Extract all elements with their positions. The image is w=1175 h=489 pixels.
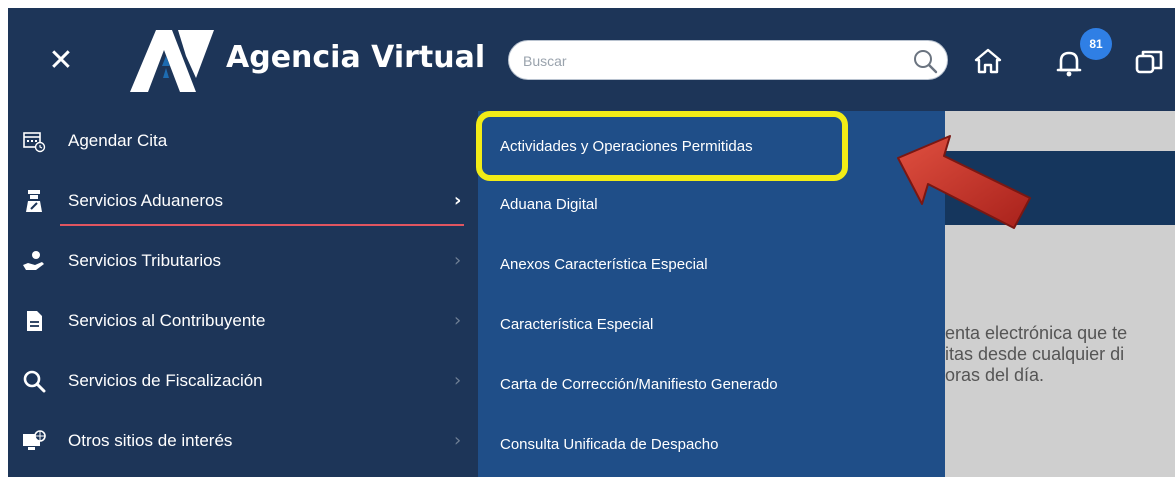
sidebar-item-otros-sitios[interactable]: Otros sitios de interés › [8,411,478,471]
chevron-right-icon: › [454,250,462,271]
sidebar-item-agendar-cita[interactable]: Agendar Cita [8,111,478,171]
top-bar: ✕ Agencia Virtual 81 [8,8,1175,111]
customs-officer-icon [26,190,42,212]
submenu-item-caracteristica-especial[interactable]: Característica Especial [478,295,945,353]
content-line: enta electrónica que te [945,323,1128,343]
submenu-item-carta-correccion[interactable]: Carta de Corrección/Manifiesto Generado [478,355,945,413]
sidebar-item-label: Otros sitios de interés [68,431,233,450]
sidebar-item-label: Servicios Tributarios [68,251,222,270]
brand-name: Agencia Virtual [226,40,486,75]
chevron-right-icon: › [454,370,462,391]
sidebar-item-label: Servicios Aduaneros [68,191,223,210]
submenu-item-consulta-unificada[interactable]: Consulta Unificada de Despacho [478,415,945,473]
chevron-right-icon: › [454,190,462,211]
hand-coins-icon [23,251,44,270]
search-icon[interactable] [911,47,939,75]
search-icon [23,370,46,393]
sidebar-item-servicios-tributarios[interactable]: Servicios Tributarios › [8,231,478,291]
search-box [508,40,948,80]
close-icon[interactable]: ✕ [46,46,76,76]
monitor-globe-icon [23,430,46,450]
sidebar-item-label: Agendar Cita [68,131,168,150]
search-input[interactable] [521,49,895,73]
agencia-virtual-logo [130,30,214,92]
submenu-item-label: Característica Especial [500,316,654,333]
chevron-right-icon: › [454,430,462,451]
sidebar-item-label: Servicios al Contribuyente [68,311,266,330]
sidebar-item-servicios-fiscalizacion[interactable]: Servicios de Fiscalización › [8,351,478,411]
windows-icon[interactable] [1133,46,1165,78]
app-frame: ✕ Agencia Virtual 81 [8,8,1175,477]
submenu-item-label: Carta de Corrección/Manifiesto Generado [500,376,778,393]
submenu-item-aduana-digital[interactable]: Aduana Digital [478,175,945,233]
sidebar-item-servicios-contribuyente[interactable]: Servicios al Contribuyente › [8,291,478,351]
content-line: oras del día. [945,365,1045,385]
chevron-right-icon: › [454,310,462,331]
submenu-item-label: Consulta Unificada de Despacho [500,436,719,453]
submenu-item-label: Anexos Característica Especial [500,256,708,273]
content-line: itas desde cualquier di [945,344,1125,364]
highlight-box [476,111,848,181]
sidebar-item-servicios-aduaneros[interactable]: Servicios Aduaneros › [8,171,478,231]
main-side-menu: Agendar Cita Servicios Aduaneros › Servi… [8,111,478,477]
home-icon[interactable] [973,46,1003,76]
submenu-item-label: Aduana Digital [500,196,598,213]
active-item-underline [60,224,464,226]
content-paragraph: enta electrónica que te itas desde cualq… [945,323,1175,386]
pointer-arrow-icon [897,135,1031,229]
document-icon [27,311,42,331]
bell-icon[interactable] [1053,46,1085,78]
calendar-clock-icon [23,132,46,153]
submenu-item-anexos[interactable]: Anexos Característica Especial [478,235,945,293]
notification-badge: 81 [1080,28,1112,60]
sidebar-item-label: Servicios de Fiscalización [68,371,263,390]
